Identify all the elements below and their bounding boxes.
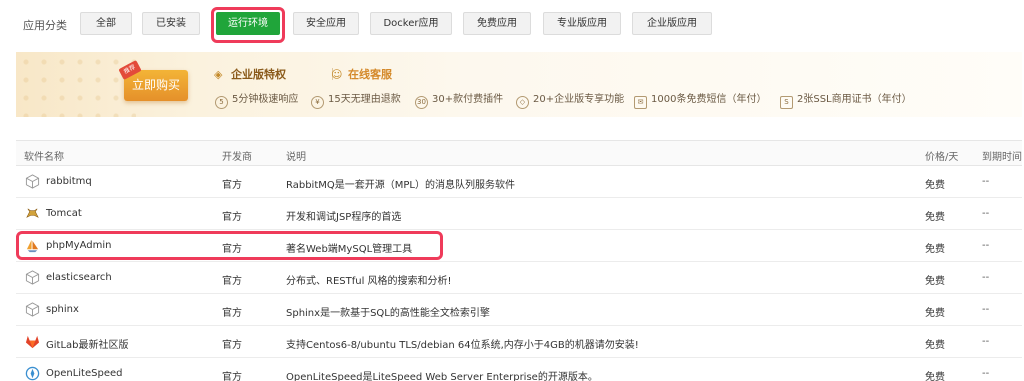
software-name[interactable]: GitLab最新社区版	[46, 336, 129, 351]
tomcat-icon	[26, 208, 39, 218]
table-row[interactable]: OpenLiteSpeed 官方 OpenLiteSpeed是LiteSpeed…	[16, 358, 1022, 381]
table-row[interactable]: phpMyAdmin 官方 著名Web端MySQL管理工具 免费 --	[16, 230, 1022, 262]
developer: 官方	[222, 340, 242, 351]
online-service-link[interactable]: ☺ 在线客服	[331, 66, 392, 82]
refund-icon: ¥	[311, 96, 324, 109]
price: 免费	[925, 340, 945, 351]
diamond-small-icon: ◇	[516, 96, 529, 109]
table-row[interactable]: GitLab最新社区版 官方 支持Centos6-8/ubuntu TLS/de…	[16, 326, 1022, 358]
developer: 官方	[222, 244, 242, 255]
ssl-icon: S	[780, 96, 793, 109]
col-price-header: 价格/天	[925, 152, 959, 163]
category-pro-button[interactable]: 专业版应用	[543, 12, 621, 35]
description: Sphinx是一款基于SQL的高性能全文检索引擎	[286, 308, 490, 319]
expire-time: --	[982, 368, 990, 379]
feature-sms: ✉ 1000条免费短信（年付）	[634, 90, 766, 109]
enterprise-privilege-title[interactable]: ◈ 企业版特权	[214, 66, 286, 82]
timer-icon: 5	[215, 96, 228, 109]
col-expire-header[interactable]: 到期时间	[982, 148, 1022, 163]
cube-icon	[25, 174, 40, 189]
col-name-header: 软件名称	[24, 152, 64, 163]
developer: 官方	[222, 276, 242, 287]
category-label: 应用分类	[23, 19, 67, 32]
expire-time: --	[982, 336, 990, 347]
diamond-icon: ◈	[214, 68, 223, 81]
developer: 官方	[222, 372, 242, 381]
category-docker-button[interactable]: Docker应用	[370, 12, 452, 35]
expire-time: --	[982, 208, 990, 219]
developer: 官方	[222, 308, 242, 319]
software-name[interactable]: phpMyAdmin	[46, 240, 111, 251]
category-security-button[interactable]: 安全应用	[293, 12, 359, 35]
gitlab-icon	[25, 335, 40, 349]
feature-fast-response: 5 5分钟极速响应	[215, 90, 298, 109]
enterprise-promo-banner: 立即购买 推荐 ◈ 企业版特权 ☺ 在线客服 5 5分钟极速响应 ¥15天无理由退款 …	[16, 52, 1022, 117]
cube-icon	[25, 302, 40, 317]
price: 免费	[925, 180, 945, 191]
table-header: 软件名称 开发商 说明 价格/天 到期时间	[16, 140, 1022, 166]
banner-pattern	[16, 52, 136, 117]
plugin-icon: 30	[415, 96, 428, 109]
col-desc-header: 说明	[286, 152, 306, 163]
expire-time: --	[982, 272, 990, 283]
category-enterprise-button[interactable]: 企业版应用	[632, 12, 712, 35]
description: OpenLiteSpeed是LiteSpeed Web Server Enter…	[286, 372, 598, 381]
software-name[interactable]: rabbitmq	[46, 176, 92, 187]
feature-enterprise-functions: ◇ 20+企业版专享功能	[516, 90, 624, 109]
developer: 官方	[222, 180, 242, 191]
price: 免费	[925, 372, 945, 381]
price: 免费	[925, 244, 945, 255]
col-dev-header: 开发商	[222, 152, 252, 163]
software-name[interactable]: OpenLiteSpeed	[46, 368, 122, 379]
description: RabbitMQ是一套开源（MPL）的消息队列服务软件	[286, 180, 515, 191]
cube-icon	[25, 270, 40, 285]
feature-ssl: S 2张SSL商用证书（年付）	[780, 90, 912, 109]
software-name[interactable]: elasticsearch	[46, 272, 112, 283]
software-name[interactable]: Tomcat	[46, 208, 82, 219]
table-row[interactable]: Tomcat 官方 开发和调试JSP程序的首选 免费 --	[16, 198, 1022, 230]
enterprise-privilege-text: 企业版特权	[231, 68, 286, 81]
category-free-button[interactable]: 免费应用	[463, 12, 531, 35]
developer: 官方	[222, 212, 242, 223]
table-row[interactable]: rabbitmq 官方 RabbitMQ是一套开源（MPL）的消息队列服务软件 …	[16, 166, 1022, 198]
online-service-text: 在线客服	[348, 68, 392, 81]
category-all-button[interactable]: 全部	[80, 12, 132, 35]
category-installed-button[interactable]: 已安装	[142, 12, 200, 35]
price: 免费	[925, 308, 945, 319]
table-row[interactable]: elasticsearch 官方 分布式、RESTful 风格的搜索和分析! 免…	[16, 262, 1022, 294]
category-runtime-button[interactable]: 运行环境	[216, 12, 280, 35]
software-name[interactable]: sphinx	[46, 304, 79, 315]
feature-refund: ¥15天无理由退款	[311, 90, 401, 109]
description: 开发和调试JSP程序的首选	[286, 212, 402, 223]
price: 免费	[925, 276, 945, 287]
description: 著名Web端MySQL管理工具	[286, 244, 413, 255]
description: 支持Centos6-8/ubuntu TLS/debian 64位系统,内存小于…	[286, 340, 639, 351]
feature-plugins: 30 30+款付费插件	[415, 90, 503, 109]
litespeed-icon	[25, 366, 40, 381]
sailboat-icon	[26, 239, 39, 253]
expire-time: --	[982, 240, 990, 251]
chat-icon: ☺	[331, 68, 343, 81]
description: 分布式、RESTful 风格的搜索和分析!	[286, 276, 452, 287]
expire-time: --	[982, 304, 990, 315]
expire-time: --	[982, 176, 990, 187]
mail-icon: ✉	[634, 96, 647, 109]
table-row[interactable]: sphinx 官方 Sphinx是一款基于SQL的高性能全文检索引擎 免费 --	[16, 294, 1022, 326]
software-table: 软件名称 开发商 说明 价格/天 到期时间 rabbitmq 官方 Rabbit…	[16, 140, 1022, 381]
price: 免费	[925, 212, 945, 223]
